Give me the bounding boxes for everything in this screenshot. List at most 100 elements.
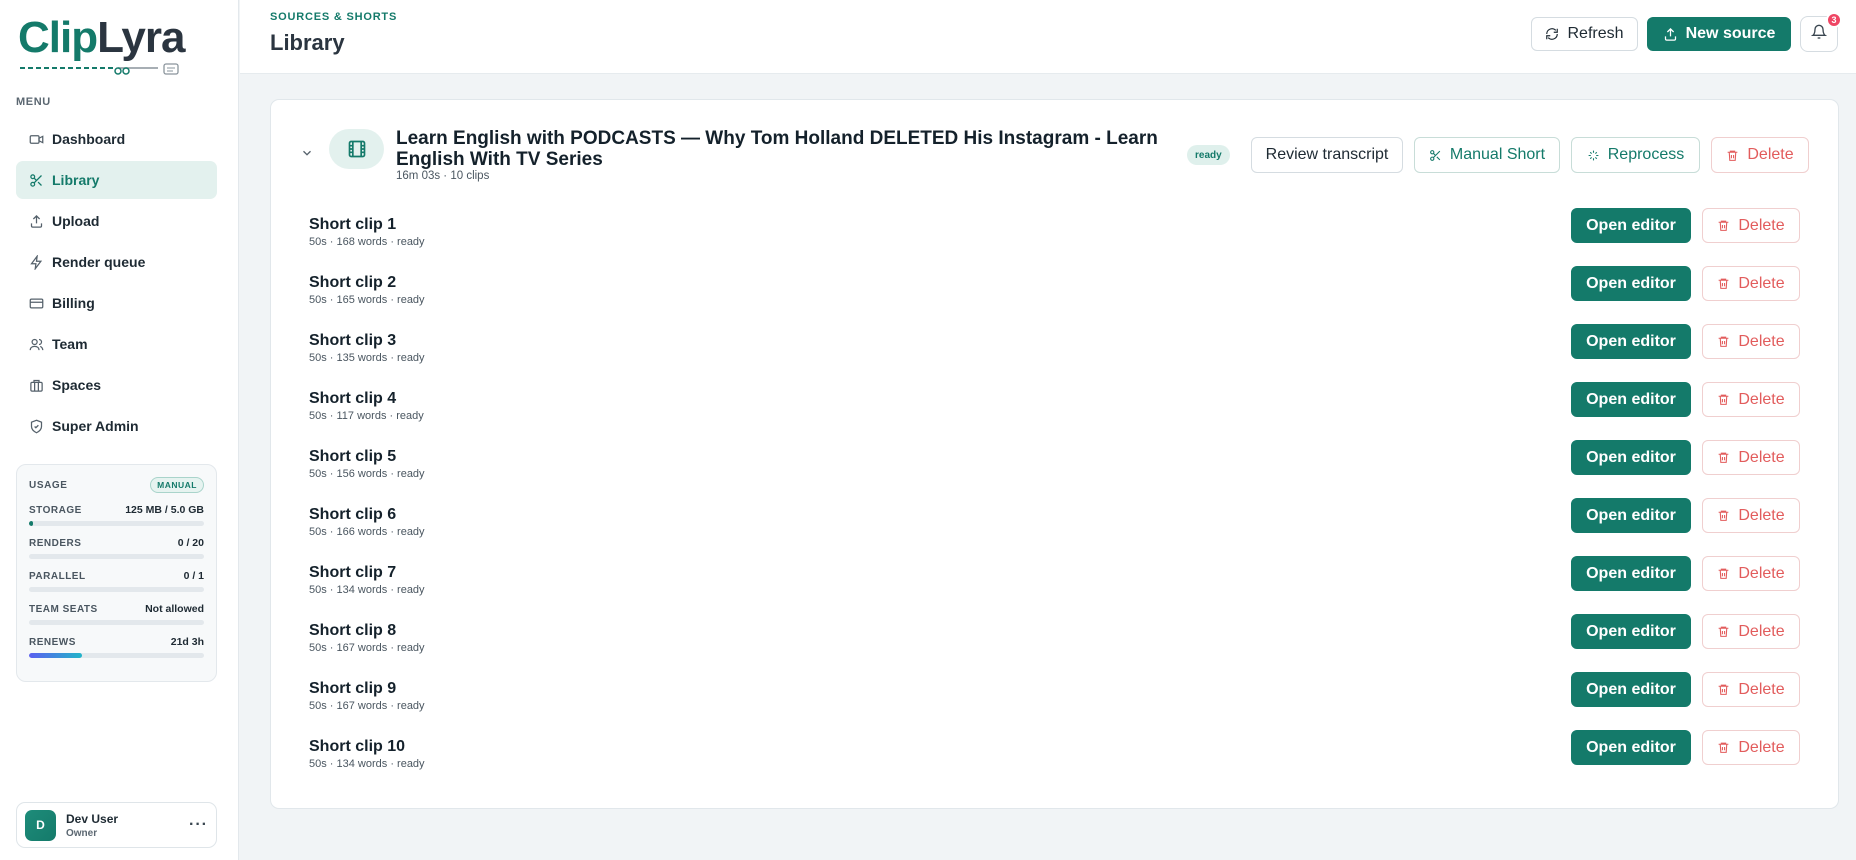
- source-actions: Review transcript Manual Short Reprocess…: [1251, 137, 1809, 173]
- usage-header: USAGE MANUAL: [29, 477, 204, 493]
- meter-label: RENEWS: [29, 636, 76, 648]
- reprocess-button[interactable]: Reprocess: [1571, 137, 1700, 173]
- open-editor-button[interactable]: Open editor: [1571, 382, 1691, 417]
- delete-clip-button[interactable]: Delete: [1702, 324, 1800, 359]
- source-title: Learn English with PODCASTS — Why Tom Ho…: [396, 128, 1158, 170]
- delete-clip-button[interactable]: Delete: [1702, 498, 1800, 533]
- sidebar-item-spaces[interactable]: Spaces: [16, 366, 217, 404]
- film-icon: [329, 129, 384, 169]
- notifications-button[interactable]: 3: [1800, 12, 1842, 52]
- usage-meter-renews: RENEWS 21d 3h: [29, 635, 204, 658]
- open-editor-button[interactable]: Open editor: [1571, 614, 1691, 649]
- usage-meter-parallel: PARALLEL 0 / 1: [29, 569, 204, 592]
- open-editor-label: Open editor: [1586, 506, 1676, 524]
- open-editor-button[interactable]: Open editor: [1571, 266, 1691, 301]
- meter-label: STORAGE: [29, 504, 82, 516]
- trash-icon: [1717, 393, 1730, 406]
- sidebar-item-upload[interactable]: Upload: [16, 202, 217, 240]
- meter-value: 21d 3h: [170, 636, 204, 648]
- user-name: Dev User: [66, 811, 119, 826]
- new-source-label: New source: [1685, 25, 1776, 42]
- delete-clip-button[interactable]: Delete: [1702, 672, 1800, 707]
- delete-label: Delete: [1738, 738, 1785, 756]
- bolt-icon: [28, 254, 44, 270]
- clip-meta: 50s · 166 words · ready: [309, 526, 425, 538]
- open-editor-button[interactable]: Open editor: [1571, 324, 1691, 359]
- clip-title: Short clip 3: [309, 332, 397, 349]
- clip-meta: 50s · 156 words · ready: [309, 468, 425, 480]
- clip-actions: Open editor Delete: [1571, 556, 1800, 591]
- manual-short-button[interactable]: Manual Short: [1414, 137, 1560, 173]
- open-editor-label: Open editor: [1586, 622, 1676, 640]
- sidebar-item-super-admin[interactable]: Super Admin: [16, 407, 217, 445]
- meter-value: Not allowed: [145, 603, 204, 615]
- meter-fill: [29, 521, 34, 526]
- open-editor-button[interactable]: Open editor: [1571, 498, 1691, 533]
- usage-panel: USAGE MANUAL STORAGE 125 MB / 5.0 GB REND…: [16, 464, 217, 682]
- clip-actions: Open editor Delete: [1571, 498, 1800, 533]
- clip-actions: Open editor Delete: [1571, 324, 1800, 359]
- open-editor-button[interactable]: Open editor: [1571, 556, 1691, 591]
- open-editor-button[interactable]: Open editor: [1571, 730, 1691, 765]
- sidebar-item-library[interactable]: Library: [16, 161, 217, 199]
- delete-clip-button[interactable]: Delete: [1702, 440, 1800, 475]
- page-eyebrow: SOURCES & SHORTS: [270, 11, 398, 23]
- meter-track: [29, 620, 204, 625]
- sidebar-item-billing[interactable]: Billing: [16, 284, 217, 322]
- cliplyra-logo[interactable]: ClipLyra: [18, 14, 185, 75]
- sidebar-item-label: Library: [52, 172, 100, 188]
- clip-title: Short clip 1: [309, 216, 397, 233]
- sidebar-nav: Dashboard Library Upload Render queue Bi…: [16, 120, 217, 448]
- new-source-button[interactable]: New source: [1647, 17, 1791, 51]
- more-options-icon[interactable]: ···: [189, 816, 208, 834]
- delete-clip-button[interactable]: Delete: [1702, 208, 1800, 243]
- review-transcript-button[interactable]: Review transcript: [1251, 137, 1403, 173]
- meter-value: 0 / 1: [183, 570, 204, 582]
- clip-actions: Open editor Delete: [1571, 730, 1800, 765]
- delete-source-button[interactable]: Delete: [1711, 137, 1809, 173]
- delete-label: Delete: [1738, 564, 1785, 582]
- menu-title: MENU: [16, 96, 51, 108]
- sparkle-icon: [1587, 149, 1600, 162]
- user-card[interactable]: D Dev User Owner ···: [16, 802, 217, 848]
- clip-actions: Open editor Delete: [1571, 266, 1800, 301]
- open-editor-label: Open editor: [1586, 738, 1676, 756]
- sidebar-item-label: Super Admin: [52, 418, 139, 434]
- video-icon: [28, 131, 44, 147]
- clip-title: Short clip 8: [309, 622, 397, 639]
- delete-label: Delete: [1738, 506, 1785, 524]
- clip-meta: 50s · 117 words · ready: [309, 410, 424, 422]
- open-editor-button[interactable]: Open editor: [1571, 672, 1691, 707]
- clip-actions: Open editor Delete: [1571, 382, 1800, 417]
- clip-meta: 50s · 135 words · ready: [309, 352, 425, 364]
- sidebar-item-dashboard[interactable]: Dashboard: [16, 120, 217, 158]
- sidebar-item-team[interactable]: Team: [16, 325, 217, 363]
- delete-clip-button[interactable]: Delete: [1702, 730, 1800, 765]
- scissors-icon: [1429, 149, 1442, 162]
- sidebar-item-label: Upload: [52, 213, 100, 229]
- upload-icon: [1663, 27, 1678, 42]
- source-card: Learn English with PODCASTS — Why Tom Ho…: [270, 99, 1839, 809]
- delete-label: Delete: [1738, 274, 1785, 292]
- clip-title: Short clip 10: [309, 738, 406, 755]
- top-header: SOURCES & SHORTS Library Refresh New sou…: [240, 0, 1856, 74]
- clip-title: Short clip 9: [309, 680, 397, 697]
- delete-label: Delete: [1738, 622, 1785, 640]
- open-editor-button[interactable]: Open editor: [1571, 440, 1691, 475]
- delete-clip-button[interactable]: Delete: [1702, 266, 1800, 301]
- delete-clip-button[interactable]: Delete: [1702, 556, 1800, 591]
- clip-row: Short clip 10 50s · 134 words · ready Open…: [271, 730, 1838, 796]
- usage-title: USAGE: [29, 479, 68, 491]
- delete-label: Delete: [1738, 216, 1785, 234]
- delete-clip-button[interactable]: Delete: [1702, 614, 1800, 649]
- trash-icon: [1717, 509, 1730, 522]
- chevron-down-icon[interactable]: [300, 146, 314, 165]
- sidebar-item-label: Dashboard: [52, 131, 126, 147]
- review-transcript-label: Review transcript: [1265, 146, 1389, 163]
- open-editor-button[interactable]: Open editor: [1571, 208, 1691, 243]
- refresh-button[interactable]: Refresh: [1531, 17, 1638, 51]
- clip-actions: Open editor Delete: [1571, 672, 1800, 707]
- delete-clip-button[interactable]: Delete: [1702, 382, 1800, 417]
- refresh-label: Refresh: [1567, 25, 1624, 42]
- sidebar-item-render-queue[interactable]: Render queue: [16, 243, 217, 281]
